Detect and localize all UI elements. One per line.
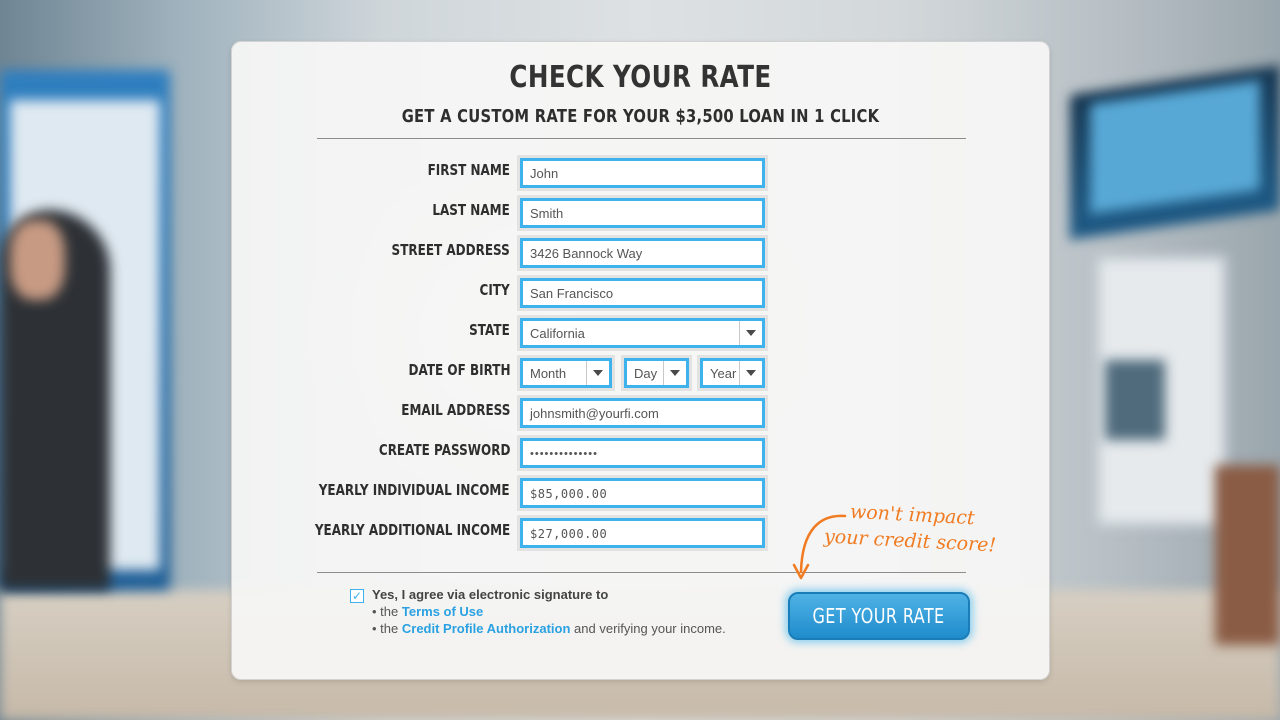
street-address-label: STREET ADDRESS: [391, 241, 510, 259]
state-select[interactable]: California: [520, 318, 765, 348]
state-row: STATE California: [232, 318, 1049, 348]
date-of-birth-row: DATE OF BIRTH Month Day Year: [232, 358, 1049, 388]
password-row: CREATE PASSWORD ••••••••••••••: [232, 438, 1049, 468]
dob-month-select[interactable]: Month: [520, 358, 612, 388]
email-label: EMAIL ADDRESS: [400, 401, 510, 419]
bullet-the: • the: [372, 621, 399, 636]
last-name-label: LAST NAME: [432, 201, 510, 219]
first-name-label: FIRST NAME: [427, 161, 510, 179]
chevron-down-icon[interactable]: [663, 361, 686, 385]
email-value[interactable]: johnsmith@yourfi.com: [523, 401, 762, 425]
background-atm-screen: [1105, 360, 1165, 440]
form-title: CHECK YOUR RATE: [509, 60, 772, 95]
street-address-value[interactable]: 3426 Bannock Way: [523, 241, 762, 265]
dob-day-select[interactable]: Day: [624, 358, 689, 388]
last-name-field[interactable]: Smith: [520, 198, 765, 228]
bottom-divider: [317, 572, 966, 573]
password-field[interactable]: ••••••••••••••: [520, 438, 765, 468]
additional-income-field[interactable]: $27,000.00: [520, 518, 765, 548]
last-name-value[interactable]: Smith: [523, 201, 762, 225]
state-value[interactable]: California: [523, 321, 762, 345]
form-subtitle: GET A CUSTOM RATE FOR YOUR $3,500 LOAN I…: [401, 106, 880, 127]
rate-form-card: CHECK YOUR RATE GET A CUSTOM RATE FOR YO…: [231, 41, 1050, 680]
curved-arrow-icon: [792, 514, 847, 580]
last-name-row: LAST NAME Smith: [232, 198, 1049, 228]
email-row: EMAIL ADDRESS johnsmith@yourfi.com: [232, 398, 1049, 428]
first-name-value[interactable]: John: [523, 161, 762, 185]
agreement-credit-line: • the Credit Profile Authorization and v…: [372, 621, 726, 636]
chevron-down-icon[interactable]: [739, 361, 762, 385]
state-label: STATE: [469, 321, 510, 339]
city-field[interactable]: San Francisco: [520, 278, 765, 308]
street-address-row: STREET ADDRESS 3426 Bannock Way: [232, 238, 1049, 268]
background-cabinet: [1215, 465, 1280, 645]
background-person-face: [10, 220, 65, 300]
chevron-down-icon[interactable]: [739, 321, 762, 345]
additional-income-value[interactable]: $27,000.00: [523, 521, 762, 545]
city-row: CITY San Francisco: [232, 278, 1049, 308]
individual-income-field[interactable]: $85,000.00: [520, 478, 765, 508]
terms-of-use-link[interactable]: Terms of Use: [402, 604, 483, 619]
additional-income-label: YEARLY ADDITIONAL INCOME: [314, 521, 510, 539]
checkbox-checked-icon[interactable]: ✓: [350, 589, 364, 603]
city-value[interactable]: San Francisco: [523, 281, 762, 305]
agreement-suffix: and verifying your income.: [574, 621, 726, 636]
city-label: CITY: [479, 281, 510, 299]
top-divider: [317, 138, 966, 139]
dob-year-select[interactable]: Year: [700, 358, 765, 388]
date-of-birth-label: DATE OF BIRTH: [408, 361, 510, 379]
agreement-text: Yes, I agree via electronic signature to: [372, 587, 609, 602]
password-label: CREATE PASSWORD: [378, 441, 510, 459]
bullet-the: • the: [372, 604, 399, 619]
individual-income-label: YEARLY INDIVIDUAL INCOME: [319, 481, 510, 499]
first-name-field[interactable]: John: [520, 158, 765, 188]
password-value[interactable]: ••••••••••••••: [523, 441, 762, 465]
get-your-rate-button[interactable]: GET YOUR RATE: [788, 592, 970, 640]
individual-income-row: YEARLY INDIVIDUAL INCOME $85,000.00: [232, 478, 1049, 508]
street-address-field[interactable]: 3426 Bannock Way: [520, 238, 765, 268]
first-name-row: FIRST NAME John: [232, 158, 1049, 188]
email-field[interactable]: johnsmith@yourfi.com: [520, 398, 765, 428]
chevron-down-icon[interactable]: [586, 361, 609, 385]
individual-income-value[interactable]: $85,000.00: [523, 481, 762, 505]
get-your-rate-label[interactable]: GET YOUR RATE: [813, 604, 945, 628]
agreement-terms-line: • the Terms of Use: [372, 604, 483, 619]
credit-profile-authorization-link[interactable]: Credit Profile Authorization: [402, 621, 571, 636]
